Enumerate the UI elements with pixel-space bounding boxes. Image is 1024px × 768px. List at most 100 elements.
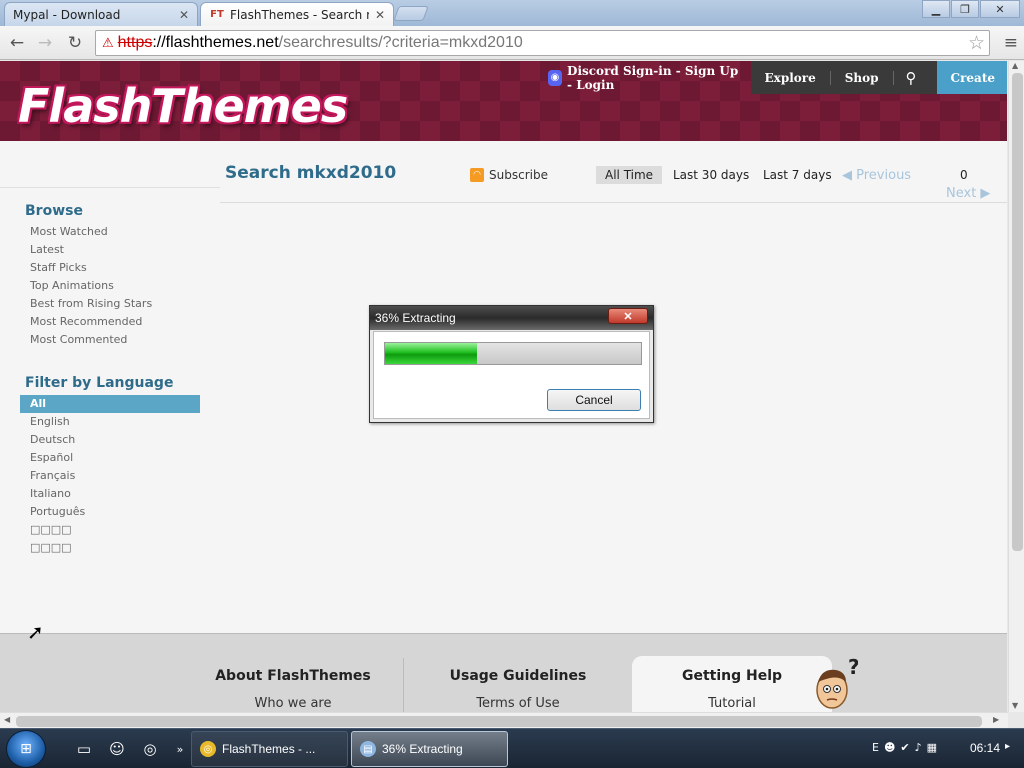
address-bar[interactable]: ⚠ https://flashthemes.net/searchresults/… [95, 30, 990, 56]
vertical-scroll-thumb[interactable] [1012, 73, 1023, 551]
results-divider [220, 202, 1007, 203]
chrome-icon[interactable]: ◎ [140, 739, 160, 759]
show-desktop-icon[interactable]: ▭ [74, 739, 94, 759]
language-list: All English Deutsch Español Français Ita… [20, 395, 200, 557]
sidebar-item-top-animations[interactable]: Top Animations [20, 277, 200, 295]
next-label: Next [946, 186, 977, 201]
tray-volume-icon[interactable]: ♪ [915, 741, 922, 754]
flashthemes-logo[interactable]: FlashThemes [18, 79, 348, 133]
sidebar-item-latest[interactable]: Latest [20, 241, 200, 259]
windows-taskbar: ⊞ ▭ ☺ ◎ » ◎ FlashThemes - ... ▤ 36% Extr… [0, 728, 1024, 768]
horizontal-scrollbar[interactable]: ◀ ▶ [0, 712, 1008, 728]
mascot-question-mark: ? [848, 658, 858, 679]
minimize-icon[interactable]: ▁ [922, 0, 950, 18]
language-item-espanol[interactable]: Español [20, 449, 200, 467]
filter-all-time[interactable]: All Time [596, 166, 663, 184]
menu-icon[interactable]: ≡ [1004, 33, 1018, 53]
previous-page-link[interactable]: ◀ Previous [842, 168, 911, 183]
language-item-unrendered-1[interactable]: □□□□ [20, 521, 200, 539]
system-tray: E ☻ ✔ ♪ ▦ [872, 741, 937, 754]
tray-expand-icon[interactable]: ▸ [1005, 741, 1010, 752]
main-nav: Explore Shop ⚲ [750, 61, 937, 94]
taskbar-extracting-button[interactable]: ▤ 36% Extracting [351, 731, 508, 767]
discord-signin-link[interactable]: ◉ Discord Sign-in - Sign Up - Login [540, 61, 751, 94]
vertical-scrollbar[interactable]: ▲ ▼ [1008, 61, 1024, 712]
reload-icon[interactable]: ↻ [64, 32, 86, 54]
site-header: FlashThemes ◉ Discord Sign-in - Sign Up … [0, 61, 1007, 141]
sidebar-item-staff-picks[interactable]: Staff Picks [20, 259, 200, 277]
bookmark-star-icon[interactable]: ☆ [968, 32, 985, 55]
sidebar-item-most-watched[interactable]: Most Watched [20, 223, 200, 241]
language-item-francais[interactable]: Français [20, 467, 200, 485]
subscribe-link[interactable]: ◠ Subscribe [470, 168, 548, 182]
tray-network-icon[interactable]: ▦ [927, 741, 937, 754]
url-host: ://flashthemes.net [152, 34, 279, 51]
insecure-lock-icon: ⚠ [102, 35, 114, 50]
next-page-link[interactable]: Next ▶ [946, 186, 990, 201]
create-button[interactable]: Create [936, 61, 1007, 94]
sidebar-item-rising-stars[interactable]: Best from Rising Stars [20, 295, 200, 313]
nav-explore[interactable]: Explore [751, 70, 831, 85]
footer-who-we-are-link[interactable]: Who we are [185, 696, 401, 711]
language-item-deutsch[interactable]: Deutsch [20, 431, 200, 449]
tray-language-indicator[interactable]: E [872, 741, 879, 754]
nav-shop[interactable]: Shop [831, 70, 894, 85]
tab-mypal-download[interactable]: Mypal - Download ✕ [4, 2, 198, 26]
sidebar-item-most-commented[interactable]: Most Commented [20, 331, 200, 349]
back-arrow-icon[interactable]: ← [6, 32, 28, 54]
tray-security-icon[interactable]: ✔ [900, 741, 909, 754]
close-icon[interactable]: ✕ [179, 8, 189, 22]
language-item-all[interactable]: All [20, 395, 200, 413]
sidebar-item-most-recommended[interactable]: Most Recommended [20, 313, 200, 331]
footer-help-title: Getting Help [681, 668, 783, 684]
language-item-portugues[interactable]: Português [20, 503, 200, 521]
scroll-down-icon[interactable]: ▼ [1012, 701, 1018, 710]
extractor-icon: ▤ [360, 741, 376, 757]
browse-list: Most Watched Latest Staff Picks Top Anim… [20, 223, 200, 349]
url-protocol: https [117, 34, 153, 51]
scroll-right-icon[interactable]: ▶ [993, 715, 999, 724]
chevron-left-icon: ◀ [842, 168, 857, 183]
taskbar-clock[interactable]: 06:14 [970, 741, 1000, 755]
horizontal-scroll-thumb[interactable] [16, 716, 982, 727]
cancel-button[interactable]: Cancel [547, 389, 641, 411]
site-footer: About FlashThemes Who we are Usage Guide… [0, 633, 1007, 712]
footer-terms-link[interactable]: Terms of Use [410, 696, 626, 711]
extract-progress-bar [384, 342, 642, 365]
restore-icon[interactable]: ❐ [951, 0, 979, 18]
scroll-left-icon[interactable]: ◀ [4, 715, 10, 724]
dialog-titlebar[interactable]: 36% Extracting ✕ [370, 306, 653, 330]
chrome-icon: ◎ [200, 741, 216, 757]
scroll-up-icon[interactable]: ▲ [1012, 61, 1018, 70]
dialog-close-icon[interactable]: ✕ [608, 308, 648, 324]
forward-arrow-icon[interactable]: → [34, 32, 56, 54]
start-button[interactable]: ⊞ [6, 730, 46, 768]
footer-tutorial-link[interactable]: Tutorial [632, 696, 832, 711]
taskbar-button-label: FlashThemes - ... [222, 742, 316, 756]
quicklaunch-overflow-icon[interactable]: » [170, 739, 190, 759]
dialog-body: Cancel [373, 331, 650, 419]
language-item-english[interactable]: English [20, 413, 200, 431]
search-icon[interactable]: ⚲ [894, 69, 937, 87]
dialog-title: 36% Extracting [375, 311, 456, 325]
window-controls: ▁ ❐ ✕ [921, 0, 1020, 18]
language-item-italiano[interactable]: Italiano [20, 485, 200, 503]
flashthemes-favicon-icon: FT [210, 9, 224, 20]
browse-heading: Browse [25, 203, 83, 219]
tray-messenger-icon[interactable]: ☻ [884, 741, 895, 754]
progress-fill [385, 343, 478, 364]
taskbar-flashthemes-button[interactable]: ◎ FlashThemes - ... [191, 731, 348, 767]
browser-toolbar: ← → ↻ ⚠ https://flashthemes.net/searchre… [0, 26, 1024, 60]
language-item-unrendered-2[interactable]: □□□□ [20, 539, 200, 557]
messenger-icon[interactable]: ☺ [107, 739, 127, 759]
close-icon[interactable]: ✕ [375, 8, 385, 22]
page-title: Search mkxd2010 [225, 163, 397, 183]
filter-last-7-days[interactable]: Last 7 days [754, 166, 841, 184]
language-filter-heading: Filter by Language [25, 375, 174, 391]
tab-flashthemes-search[interactable]: FT FlashThemes - Search m ✕ [200, 2, 394, 26]
filter-last-30-days[interactable]: Last 30 days [664, 166, 758, 184]
footer-help-column: Getting Help Tutorial [632, 656, 832, 712]
new-tab-button[interactable] [393, 6, 429, 21]
rss-icon: ◠ [470, 168, 484, 182]
window-close-icon[interactable]: ✕ [980, 0, 1020, 18]
